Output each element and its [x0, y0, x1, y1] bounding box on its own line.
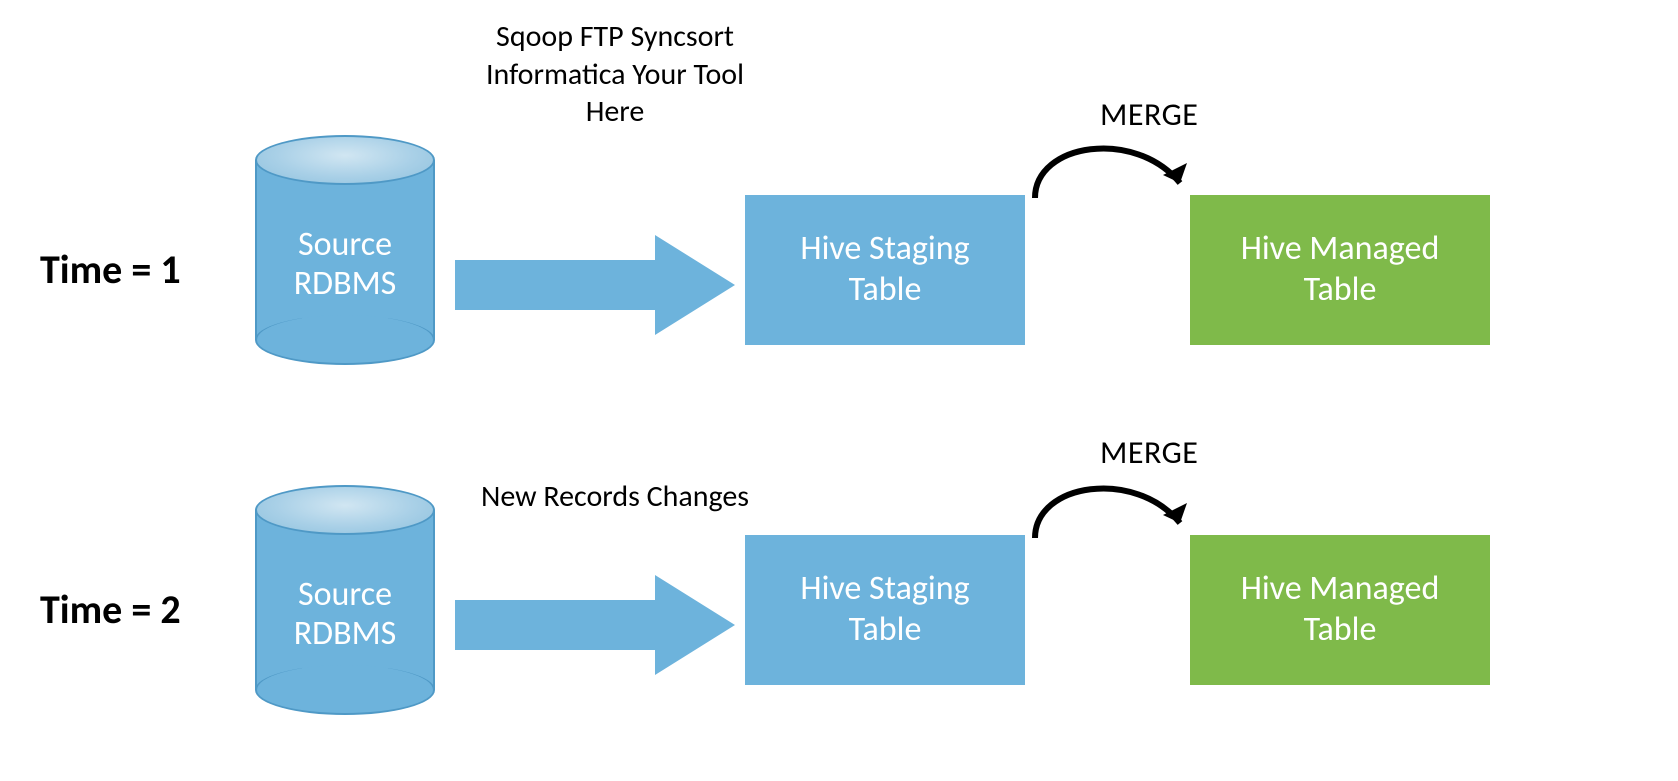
time-2-managed-label: Hive Managed Table	[1241, 569, 1440, 651]
time-2-label: Time = 2	[40, 585, 181, 634]
diagram-canvas: Time = 1 Source RDBMS Sqoop FTP Syncsort…	[0, 0, 1678, 781]
cylinder-top	[255, 135, 435, 185]
time-2-flow-arrow	[455, 565, 735, 685]
time-2-staging-label: Hive Staging Table	[800, 569, 969, 651]
arrow-icon	[455, 225, 735, 345]
arrow-icon	[455, 565, 735, 685]
time-2-source-db: Source RDBMS	[255, 485, 435, 715]
curved-arrow-icon	[1030, 468, 1200, 568]
time-2-merge-arrow	[1030, 468, 1180, 558]
cylinder-bottom	[255, 665, 435, 715]
time-2-staging-table: Hive Staging Table	[745, 535, 1025, 685]
time-1-managed-table: Hive Managed Table	[1190, 195, 1490, 345]
time-1-label: Time = 1	[40, 245, 181, 294]
time-1-arrow-caption: Sqoop FTP Syncsort Informatica Your Tool…	[455, 18, 775, 131]
cylinder-bottom	[255, 315, 435, 365]
time-2-arrow-caption: New Records Changes	[475, 478, 755, 516]
time-1-staging-label: Hive Staging Table	[800, 229, 969, 311]
time-2-managed-table: Hive Managed Table	[1190, 535, 1490, 685]
time-1-staging-table: Hive Staging Table	[745, 195, 1025, 345]
time-1-flow-arrow	[455, 225, 735, 345]
time-1-merge-arrow	[1030, 128, 1180, 218]
time-1-source-db: Source RDBMS	[255, 135, 435, 365]
time-1-managed-label: Hive Managed Table	[1241, 229, 1440, 311]
time-2-merge-label: MERGE	[1100, 433, 1198, 472]
cylinder-top	[255, 485, 435, 535]
curved-arrow-icon	[1030, 128, 1200, 228]
time-2-source-label: Source RDBMS	[255, 575, 435, 653]
time-1-source-label: Source RDBMS	[255, 225, 435, 303]
